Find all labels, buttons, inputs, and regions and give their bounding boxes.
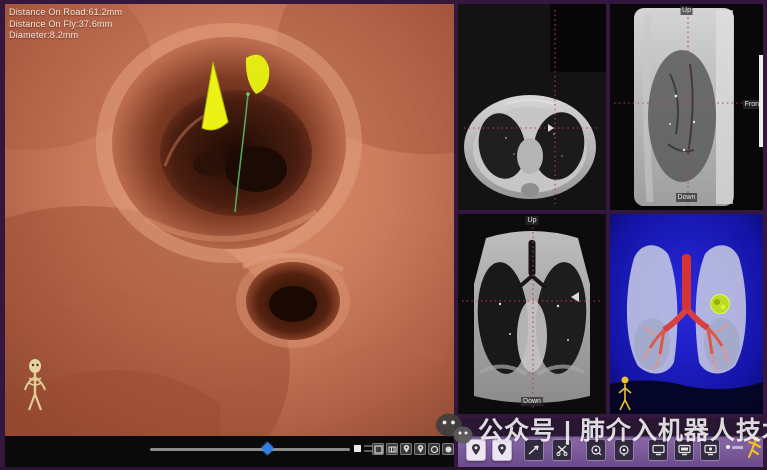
- coronal-ct-view[interactable]: Up Down: [458, 214, 606, 414]
- endoscopic-3d-view[interactable]: Distance On Road:61.2mm Distance On Fly:…: [5, 4, 454, 436]
- app-window: Distance On Road:61.2mm Distance On Fly:…: [0, 0, 767, 470]
- diameter: Diameter:8.2mm: [9, 30, 122, 42]
- status-indicator-label: [732, 446, 743, 449]
- route-plan-icon[interactable]: [524, 439, 544, 461]
- waypoint-play-icon[interactable]: [400, 443, 412, 455]
- record-icon[interactable]: [442, 443, 454, 455]
- waypoint-pin-icon[interactable]: [466, 439, 486, 461]
- orientation-label-down: Down: [521, 397, 543, 406]
- window-icon[interactable]: [372, 443, 384, 455]
- camera-icon[interactable]: [428, 443, 440, 455]
- target-alt-icon[interactable]: [614, 439, 634, 461]
- right-toolbar: [458, 418, 763, 467]
- airway-render: [5, 4, 454, 436]
- orientation-label-down: Down: [676, 193, 698, 202]
- coronal-ct-image: [458, 214, 606, 414]
- sagittal-ct-image: [610, 4, 763, 210]
- status-indicator-dot[interactable]: [726, 445, 730, 449]
- monitor-icon[interactable]: [648, 439, 668, 461]
- runner-icon[interactable]: [746, 435, 762, 466]
- lung-3d-render: [610, 214, 763, 414]
- slider-endstop: [354, 445, 361, 452]
- slider-thumb[interactable]: [261, 442, 274, 455]
- sagittal-ct-view[interactable]: Up Front Down: [610, 4, 763, 210]
- axial-ct-image: [458, 4, 606, 210]
- axial-ct-view[interactable]: [458, 4, 606, 210]
- orientation-label-up: Up: [680, 6, 693, 15]
- measurement-overlay: Distance On Road:61.2mm Distance On Fly:…: [9, 7, 122, 42]
- fly-through-slider[interactable]: [150, 448, 350, 451]
- nodule-marker: [711, 295, 730, 314]
- waypoint-pin-alt-icon[interactable]: [492, 439, 512, 461]
- film-strip-icon[interactable]: [386, 443, 398, 455]
- scrollbar-sliver[interactable]: [759, 55, 763, 147]
- monitor-2-icon[interactable]: [674, 439, 694, 461]
- playback-bar: [5, 436, 454, 467]
- monitor-3-icon[interactable]: [700, 439, 720, 461]
- lung-3d-map-view[interactable]: [610, 214, 763, 414]
- orientation-label-up: Up: [526, 216, 539, 225]
- waypoint-record-icon[interactable]: [414, 443, 426, 455]
- distance-on-fly: Distance On Fly:37.6mm: [9, 19, 122, 31]
- target-icon[interactable]: [586, 439, 606, 461]
- distance-on-road: Distance On Road:61.2mm: [9, 7, 122, 19]
- scissors-icon[interactable]: [552, 439, 572, 461]
